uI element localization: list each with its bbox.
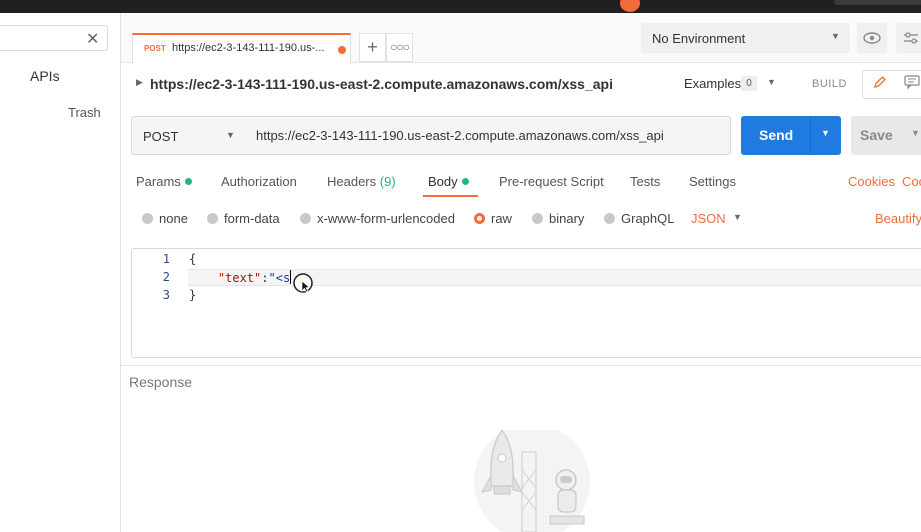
body-option-none-label: none (159, 211, 188, 226)
examples-count-badge: 0 (741, 76, 757, 91)
save-button[interactable]: Save ▼ (851, 116, 921, 155)
line-number: 1 (162, 252, 170, 266)
chevron-down-icon[interactable]: ▼ (767, 77, 776, 87)
save-label: Save (860, 127, 893, 143)
tab-label: https://ec2-3-143-111-190.us-... (172, 42, 325, 54)
examples-label[interactable]: Examples (684, 76, 741, 91)
body-option-graphql-label: GraphQL (621, 211, 675, 226)
tab-tests[interactable]: Tests (630, 174, 660, 189)
radio-icon (604, 213, 615, 224)
response-label: Response (129, 374, 193, 390)
code-line[interactable]: "text":"<s (189, 270, 292, 285)
status-dot-icon (461, 178, 469, 185)
tab-bar: POST https://ec2-3-143-111-190.us-... + … (121, 13, 921, 64)
divider (810, 116, 811, 155)
eye-icon (863, 32, 881, 44)
active-tab-indicator (423, 195, 478, 197)
tab-authorization[interactable]: Authorization (221, 174, 297, 189)
tab-body[interactable]: Body (428, 174, 469, 189)
tab-headers-label: Headers (327, 174, 377, 189)
request-title[interactable]: https://ec2-3-143-111-190.us-east-2.comp… (150, 76, 613, 92)
method-value: POST (143, 129, 179, 144)
body-option-graphql[interactable]: GraphQL (604, 211, 674, 226)
body-option-form-data[interactable]: form-data (207, 211, 280, 226)
pencil-icon[interactable] (873, 75, 887, 92)
titlebar-control[interactable] (834, 0, 921, 5)
body-option-urlencoded[interactable]: x-www-form-urlencoded (300, 211, 455, 226)
headers-count: (9) (379, 174, 396, 189)
line-number: 2 (162, 270, 170, 284)
request-tabs: Params Authorization Headers (9) Body Pr… (121, 166, 921, 198)
json-value: "<s (268, 271, 291, 285)
chevron-down-icon: ▼ (831, 31, 840, 41)
body-editor[interactable]: 1 2 3 { "text":"<s } (131, 248, 921, 358)
json-colon: : (261, 271, 269, 285)
url-input[interactable]: https://ec2-3-143-111-190.us-east-2.comp… (246, 116, 731, 155)
method-select[interactable]: POST ▼ (131, 116, 247, 155)
tab-params-label: Params (136, 174, 181, 189)
code-line[interactable]: } (189, 288, 196, 302)
tab-settings[interactable]: Settings (689, 174, 736, 189)
radio-selected-icon (474, 213, 485, 224)
environment-label: No Environment (652, 31, 746, 46)
send-button[interactable]: Send ▼ (741, 116, 841, 155)
body-option-urlencoded-label: x-www-form-urlencoded (317, 211, 455, 226)
response-divider (121, 365, 921, 366)
sliders-icon (904, 31, 918, 44)
chevron-down-icon[interactable]: ▼ (821, 128, 830, 138)
radio-icon (300, 213, 311, 224)
body-option-raw-label: raw (491, 211, 512, 226)
code-link[interactable]: Coc (902, 174, 921, 189)
notification-icon[interactable] (620, 0, 640, 12)
chevron-down-icon: ▼ (226, 130, 235, 140)
body-type-options: none form-data x-www-form-urlencoded raw… (121, 204, 921, 232)
tab-body-label: Body (428, 174, 458, 189)
tab-method-badge: POST (144, 44, 166, 53)
code-line[interactable]: { (189, 252, 196, 266)
environment-select[interactable]: No Environment ▼ (641, 23, 850, 53)
body-option-form-data-label: form-data (224, 211, 280, 226)
unsaved-dot-icon (338, 46, 346, 54)
status-dot-icon (184, 178, 192, 185)
mouse-cursor-icon (293, 273, 313, 293)
close-icon[interactable]: ✕ (86, 29, 99, 49)
send-label: Send (759, 127, 794, 143)
window-titlebar (0, 0, 921, 13)
environment-quick-look-button[interactable] (857, 23, 887, 53)
url-bar: POST ▼ https://ec2-3-143-111-190.us-east… (131, 116, 921, 155)
more-tabs-button[interactable]: ○○○ (386, 33, 413, 62)
new-tab-button[interactable]: + (359, 33, 386, 62)
cookies-link[interactable]: Cookies (848, 174, 895, 189)
chevron-right-icon[interactable]: ▶ (136, 77, 143, 88)
radio-icon (532, 213, 543, 224)
build-label[interactable]: BUILD (812, 78, 847, 90)
tab-params[interactable]: Params (136, 174, 192, 189)
manage-environments-button[interactable] (896, 23, 921, 53)
rocket-astronaut-illustration (474, 430, 590, 532)
chevron-down-icon[interactable]: ▼ (911, 128, 920, 138)
chevron-down-icon[interactable]: ▼ (733, 212, 742, 222)
sidebar-item-apis[interactable]: APIs (30, 68, 60, 84)
line-number: 3 (162, 288, 170, 302)
sidebar: ✕ APIs Trash (0, 13, 121, 532)
body-option-none[interactable]: none (142, 211, 188, 226)
body-option-binary-label: binary (549, 211, 585, 226)
sidebar-item-trash[interactable]: Trash (68, 105, 101, 120)
request-header: ▶ https://ec2-3-143-111-190.us-east-2.co… (121, 63, 921, 105)
body-option-binary[interactable]: binary (532, 211, 584, 226)
tab-headers[interactable]: Headers (9) (327, 174, 396, 189)
tab-pre-request-script[interactable]: Pre-request Script (499, 174, 604, 189)
beautify-link[interactable]: Beautify (875, 211, 921, 226)
body-option-raw[interactable]: raw (474, 211, 512, 226)
body-format-select[interactable]: JSON (691, 211, 726, 226)
radio-icon (142, 213, 153, 224)
radio-icon (207, 213, 218, 224)
request-tab[interactable]: POST https://ec2-3-143-111-190.us-... (132, 33, 351, 64)
json-key: "text" (217, 271, 262, 285)
comment-icon[interactable] (904, 75, 920, 92)
